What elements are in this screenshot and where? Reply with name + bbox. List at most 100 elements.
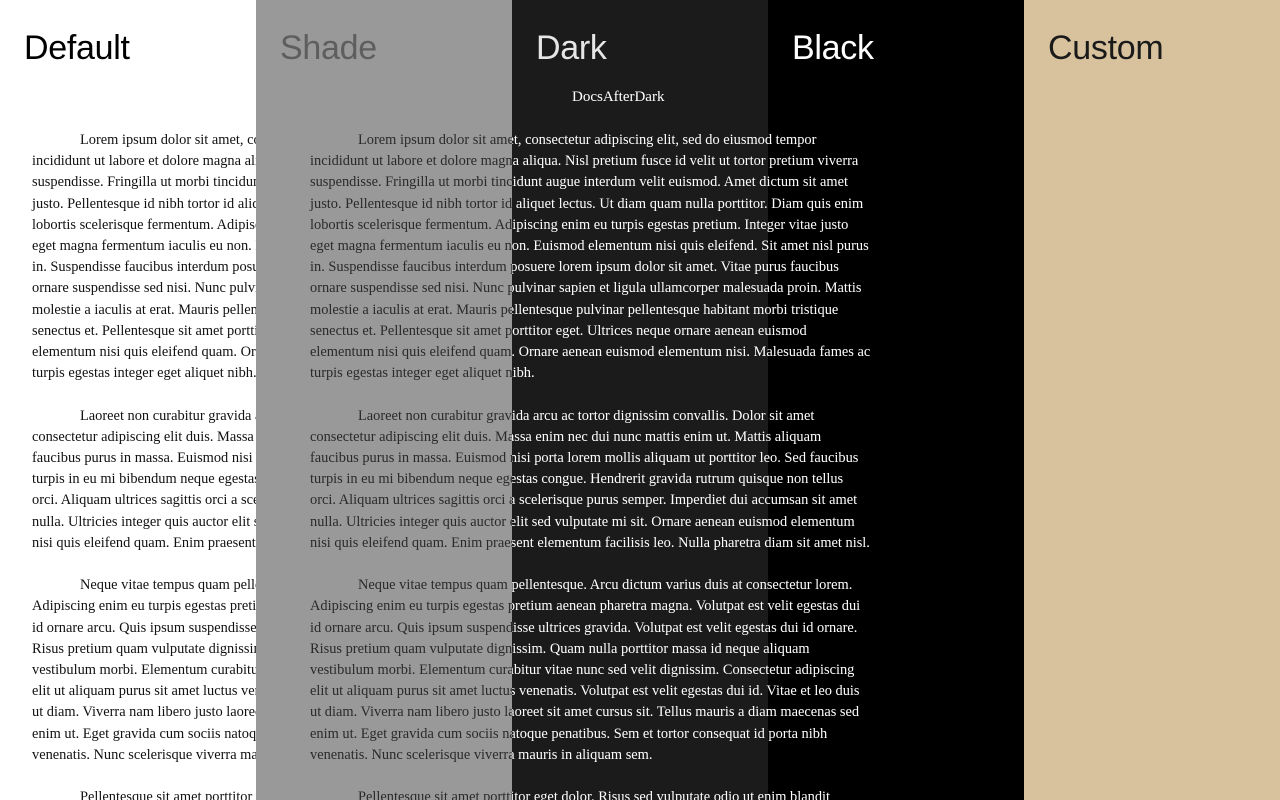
paragraph-line: ut diam. Viverra nam libero justo laoree… (512, 704, 768, 721)
paragraph-line: elit ut aliquam purus sit amet luctus ve… (512, 683, 768, 700)
document-body: Lorem ipsum dolor sit amet, consectetur … (768, 130, 870, 800)
paragraph-line: justo. Pellentesque id nibh tortor id al… (768, 195, 864, 212)
paragraph-line: nulla. Ultricies integer quis auctor eli… (310, 513, 512, 530)
paragraph-line: lobortis scelerisque fermentum. Adipisci… (768, 216, 849, 233)
paragraph-line: justo. Pellentesque id nibh tortor id al… (310, 195, 512, 212)
paragraph-line: Risus pretium quam vulputate dignissim. … (32, 640, 256, 657)
paragraph-line: turpis in eu mi bibendum neque egestas c… (32, 471, 256, 488)
document-body: Lorem ipsum dolor sit amet, consectetur … (512, 130, 768, 800)
theme-panel-dark: DocsAfterDark Lorem ipsum dolor sit amet,… (512, 0, 768, 800)
paragraph-line: eget magna fermentum iaculis eu non. Eui… (310, 238, 512, 255)
paragraph-line: senectus et. Pellentesque sit amet portt… (768, 322, 807, 339)
paragraph-line: Pellentesque sit amet porttitor eget dol… (80, 789, 256, 800)
paragraph-line: suspendisse. Fringilla ut morbi tincidun… (768, 174, 848, 191)
theme-panel-shade: Lorem ipsum dolor sit amet, consectetur … (256, 0, 512, 800)
paragraph-line: lobortis scelerisque fermentum. Adipisci… (512, 216, 768, 233)
paragraph-line: justo. Pellentesque id nibh tortor id al… (512, 195, 768, 212)
paragraph-line: senectus et. Pellentesque sit amet portt… (310, 322, 512, 339)
paragraph-line: suspendisse. Fringilla ut morbi tincidun… (32, 174, 256, 191)
document-paragraph: Neque vitae tempus quam pellentesque. Ar… (768, 575, 870, 766)
document-paragraph: Neque vitae tempus quam pellentesque. Ar… (32, 575, 256, 766)
paragraph-line: suspendisse. Fringilla ut morbi tincidun… (512, 174, 768, 191)
paragraph-line: turpis egestas integer eget aliquet nibh… (768, 363, 870, 384)
document-paragraph: Lorem ipsum dolor sit amet, consectetur … (32, 130, 256, 384)
paragraph-line: vestibulum morbi. Elementum curabitur vi… (310, 662, 512, 679)
paragraph-line: ornare suspendisse sed nisi. Nunc pulvin… (310, 280, 512, 297)
paragraph-line: Lorem ipsum dolor sit amet, consectetur … (768, 132, 817, 148)
paragraph-line: venenatis. Nunc scelerisque viverra maur… (32, 746, 256, 763)
paragraph-line: Adipiscing enim eu turpis egestas pretiu… (512, 598, 768, 615)
paragraph-line: faucibus purus in massa. Euismod nisi po… (32, 450, 256, 467)
document-paragraph: Neque vitae tempus quam pellentesque. Ar… (310, 575, 512, 766)
document-paragraph: Lorem ipsum dolor sit amet, consectetur … (768, 130, 870, 384)
theme-panel-default: Lorem ipsum dolor sit amet, consectetur … (0, 0, 256, 800)
paragraph-line: elit ut aliquam purus sit amet luctus ve… (310, 683, 512, 700)
paragraph-line: Laoreet non curabitur gravida arcu ac to… (512, 407, 768, 424)
paragraph-line: orci. Aliquam ultrices sagittis orci a s… (768, 492, 858, 509)
document-paragraph: Laoreet non curabitur gravida arcu ac to… (768, 406, 870, 554)
paragraph-line: orci. Aliquam ultrices sagittis orci a s… (32, 492, 256, 509)
paragraph-line: enim ut. Eget gravida cum sociis natoque… (310, 725, 512, 742)
paragraph-line: elementum nisi quis eleifend quam. Ornar… (768, 344, 871, 361)
paragraph-line: nisi quis eleifend quam. Enim praesent e… (32, 534, 256, 551)
paragraph-line: nulla. Ultricies integer quis auctor eli… (512, 513, 768, 530)
paragraph-line: turpis egestas integer eget aliquet nibh… (512, 365, 535, 382)
paragraph-line: nisi quis eleifend quam. Enim praesent e… (310, 534, 512, 551)
paragraph-line: turpis egestas integer eget aliquet nibh… (32, 365, 256, 382)
paragraph-line: Pellentesque sit amet porttitor eget dol… (512, 789, 768, 800)
paragraph-line: elementum nisi quis eleifend quam. Ornar… (32, 344, 256, 361)
paragraph-line: Laoreet non curabitur gravida arcu ac to… (80, 407, 256, 424)
paragraph-line: turpis in eu mi bibendum neque egestas c… (768, 471, 844, 488)
paragraph-line: Neque vitae tempus quam pellentesque. Ar… (358, 577, 512, 594)
paragraph-line: Neque vitae tempus quam pellentesque. Ar… (80, 577, 256, 594)
document-paragraph: Pellentesque sit amet porttitor eget dol… (512, 787, 768, 800)
paragraph-line: Lorem ipsum dolor sit amet, consectetur … (358, 132, 512, 148)
paragraph-line: Adipiscing enim eu turpis egestas pretiu… (32, 598, 256, 615)
paragraph-line: vestibulum morbi. Elementum curabitur vi… (32, 662, 256, 679)
paragraph-line: elit ut aliquam purus sit amet luctus ve… (32, 683, 256, 700)
paragraph-line: eget magna fermentum iaculis eu non. Eui… (768, 238, 869, 255)
paragraph-line: Adipiscing enim eu turpis egestas pretiu… (310, 598, 512, 615)
paragraph-line: nulla. Ultricies integer quis auctor eli… (32, 513, 256, 530)
paragraph-line: molestie a iaculis at erat. Mauris pelle… (512, 301, 768, 318)
paragraph-line: ut diam. Viverra nam libero justo laoree… (310, 704, 512, 721)
paragraph-line: nulla. Ultricies integer quis auctor eli… (768, 513, 855, 530)
theme-label-default: Default (24, 29, 130, 67)
paragraph-line: ut diam. Viverra nam libero justo laoree… (32, 704, 256, 721)
paragraph-line: consectetur adipiscing elit duis. Massa … (768, 428, 822, 445)
paragraph-line: vestibulum morbi. Elementum curabitur vi… (768, 662, 855, 679)
paragraph-line: Laoreet non curabitur gravida arcu ac to… (768, 407, 815, 424)
paragraph-line: consectetur adipiscing elit duis. Massa … (310, 428, 512, 445)
paragraph-line: orci. Aliquam ultrices sagittis orci a s… (310, 492, 512, 509)
paragraph-line: consectetur adipiscing elit duis. Massa … (512, 428, 768, 445)
paragraph-line: senectus et. Pellentesque sit amet portt… (512, 322, 768, 339)
paragraph-line: ut diam. Viverra nam libero justo laoree… (768, 704, 860, 721)
document-paragraph: Laoreet non curabitur gravida arcu ac to… (512, 406, 768, 554)
paragraph-line: Lorem ipsum dolor sit amet, consectetur … (512, 132, 768, 148)
theme-label-custom: Custom (1048, 29, 1164, 67)
paragraph-line: Neque vitae tempus quam pellentesque. Ar… (768, 577, 853, 594)
paragraph-line: eget magna fermentum iaculis eu non. Eui… (32, 238, 256, 255)
paragraph-line: nisi quis eleifend quam. Enim praesent e… (768, 534, 870, 551)
paragraph-line: in. Suspendisse faucibus interdum posuer… (32, 259, 256, 276)
paragraph-line: in. Suspendisse faucibus interdum posuer… (512, 259, 768, 276)
paragraph-line: ornare suspendisse sed nisi. Nunc pulvin… (768, 280, 862, 297)
document-paragraph: Pellentesque sit amet porttitor eget dol… (32, 787, 256, 800)
paragraph-line: elementum nisi quis eleifend quam. Ornar… (310, 344, 512, 361)
paragraph-line: incididunt ut labore et dolore magna ali… (768, 153, 859, 170)
paragraph-line: enim ut. Eget gravida cum sociis natoque… (512, 725, 768, 742)
document-paragraph: Lorem ipsum dolor sit amet, consectetur … (310, 130, 512, 384)
paragraph-line: Risus pretium quam vulputate dignissim. … (310, 640, 512, 657)
paragraph-line: enim ut. Eget gravida cum sociis natoque… (768, 725, 828, 742)
document-paragraph: Laoreet non curabitur gravida arcu ac to… (32, 406, 256, 554)
paragraph-line: Lorem ipsum dolor sit amet, consectetur … (80, 132, 256, 148)
paragraph-line: enim ut. Eget gravida cum sociis natoque… (32, 725, 256, 742)
paragraph-line: eget magna fermentum iaculis eu non. Eui… (512, 238, 768, 255)
theme-label-black: Black (792, 29, 874, 67)
paragraph-line: molestie a iaculis at erat. Mauris pelle… (32, 301, 256, 318)
theme-panel-black: Lorem ipsum dolor sit amet, consectetur … (768, 0, 1024, 800)
paragraph-line: Adipiscing enim eu turpis egestas pretiu… (768, 598, 861, 615)
paragraph-line: Laoreet non curabitur gravida arcu ac to… (358, 407, 512, 424)
theme-label-shade: Shade (280, 29, 377, 67)
paragraph-line: justo. Pellentesque id nibh tortor id al… (32, 195, 256, 212)
